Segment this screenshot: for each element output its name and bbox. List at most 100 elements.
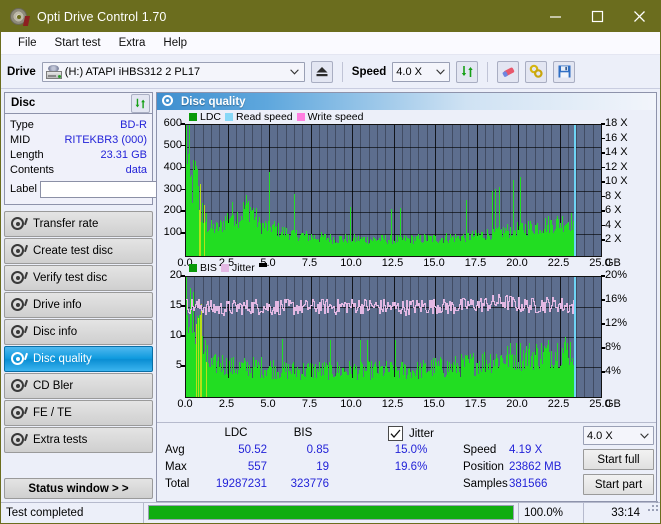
progress-bar [148, 505, 514, 520]
y2-tick-mark [601, 123, 605, 125]
disc-test-icon [11, 378, 29, 394]
legend-swatch-ldc [189, 113, 197, 121]
disc-test-icon [11, 216, 29, 232]
menu-bar: File Start test Extra Help [1, 32, 660, 55]
y-tick-mark [181, 144, 185, 147]
sidebar-item-disc-info[interactable]: Disc info [4, 319, 153, 345]
sidebar-item-verify-test-disc[interactable]: Verify test disc [4, 265, 153, 291]
eraser-button[interactable] [497, 60, 520, 83]
menu-help[interactable]: Help [154, 35, 196, 51]
drive-select[interactable]: (H:) ATAPI iHBS312 2 PL17 [41, 61, 305, 82]
y2-tick-mark [601, 275, 605, 277]
sidebar-item-transfer-rate[interactable]: Transfer rate [4, 211, 153, 237]
sidebar-item-label: Create test disc [33, 245, 113, 257]
y2-tick-label: 16% [605, 293, 628, 305]
y-tick-mark [181, 365, 185, 367]
stats-row-avg-ldc: 50.52 [238, 444, 267, 456]
start-part-button[interactable]: Start part [583, 474, 654, 495]
legend-write-speed: Write speed [296, 111, 364, 123]
sidebar-item-extra-tests[interactable]: Extra tests [4, 427, 153, 453]
toolbar-divider [341, 61, 343, 82]
disc-info-rows: Type BD-R MID RITEKBR3 (000) Length 23.3… [5, 114, 212, 204]
y2-tick-label: 18 X [605, 117, 628, 129]
disc-row-mid-key: MID [10, 133, 31, 146]
jitter-checkbox[interactable] [388, 426, 403, 441]
jitter-max: 19.6% [394, 461, 428, 473]
elapsed-time: 33:14 [611, 507, 640, 519]
y2-tick-mark [601, 347, 605, 349]
x-tick-label: 2.5 [218, 398, 235, 410]
test-speed-select-value: 4.0 X [587, 429, 613, 442]
menu-file[interactable]: File [9, 35, 46, 51]
sidebar-item-cd-bler[interactable]: CD Bler [4, 373, 153, 399]
status-window-button[interactable]: Status window > > [4, 478, 153, 499]
app-window: Opti Drive Control 1.70 File Start test … [0, 0, 661, 524]
y-tick-mark [181, 188, 185, 190]
disc-row-contents-key: Contents [10, 163, 55, 176]
disc-row-mid-value: RITEKBR3 (000) [64, 133, 147, 146]
toolbar-divider [487, 61, 489, 82]
y2-tick-mark [601, 299, 605, 301]
disc-row-length-key: Length [10, 148, 44, 161]
y-tick-mark [181, 166, 185, 169]
y-tick-mark [181, 305, 185, 307]
speed-select-value: 4.0 X [396, 65, 422, 78]
ldc-plot[interactable] [185, 124, 602, 257]
menu-extra[interactable]: Extra [110, 35, 155, 51]
position-stat-label: Position [463, 461, 504, 473]
x-tick-label: 12.5 [381, 398, 404, 410]
stats-header-bis: BIS [293, 427, 313, 439]
legend-swatch-jitter [220, 264, 229, 272]
sidebar-item-disc-quality[interactable]: Disc quality [4, 346, 153, 372]
sidebar: Disc Type BD-R MID RITEKBR3 (000) Length… [1, 89, 212, 502]
y-tick-mark [181, 123, 185, 125]
disc-row-type-key: Type [10, 118, 34, 131]
bis-plot[interactable] [185, 276, 602, 398]
menu-start-test[interactable]: Start test [46, 35, 110, 51]
sidebar-item-label: Extra tests [33, 434, 88, 446]
drive-icon [45, 64, 62, 79]
stats-row-max-bis: 19 [316, 461, 329, 473]
progress-percent: 100.0% [524, 507, 564, 519]
speed-select[interactable]: 4.0 X [392, 61, 451, 82]
stats-row-avg-label: Avg [165, 444, 185, 456]
minimize-button[interactable] [534, 1, 576, 32]
start-full-button[interactable]: Start full [583, 449, 654, 470]
legend-swatch-bis [189, 264, 197, 272]
y-tick-label: 10 [169, 329, 182, 341]
legend-label-write-speed: Write speed [307, 111, 364, 123]
legend-jitter: Jitter [220, 262, 255, 274]
toolbar: Drive (H:) ATAPI iHBS312 2 PL17 Speed 4.… [1, 55, 660, 89]
x-axis-unit-label: GB [605, 257, 621, 269]
y2-tick-mark [601, 239, 605, 241]
stats-header-ldc: LDC [224, 427, 248, 439]
y-tick-label: 500 [163, 138, 182, 151]
jitter-avg: 15.0% [394, 444, 428, 456]
x-tick-label: 0.0 [177, 398, 193, 410]
y-tick-mark [181, 210, 185, 212]
close-button[interactable] [618, 1, 660, 32]
x-tick-label: 10.0 [340, 257, 362, 269]
sidebar-item-drive-info[interactable]: Drive info [4, 292, 153, 318]
sidebar-item-create-test-disc[interactable]: Create test disc [4, 238, 153, 264]
x-tick-label: 12.5 [381, 257, 404, 269]
maximize-button[interactable] [576, 1, 618, 32]
y2-tick-label: 20% [605, 269, 628, 281]
eject-button[interactable] [310, 60, 333, 83]
tools-button[interactable] [525, 60, 548, 83]
samples-stat-label: Samples [463, 478, 508, 490]
chevron-down-icon [288, 68, 302, 75]
refresh-button[interactable] [456, 60, 479, 83]
bis-chart-legend: BIS Jitter [189, 262, 267, 274]
save-button[interactable] [553, 60, 576, 83]
test-speed-select[interactable]: 4.0 X [583, 426, 654, 445]
disc-panel-header: Disc [5, 93, 152, 114]
disc-refresh-button[interactable] [131, 93, 150, 113]
x-tick-label: 7.5 [301, 257, 318, 269]
y2-tick-mark [601, 181, 605, 183]
stats-row-total-bis: 323776 [290, 478, 329, 490]
y-tick-label: 5 [175, 359, 182, 371]
disc-row-length-value: 23.31 GB [100, 148, 147, 161]
sidebar-item-fe-te[interactable]: FE / TE [4, 400, 153, 426]
y2-tick-label: 10 X [605, 175, 628, 188]
